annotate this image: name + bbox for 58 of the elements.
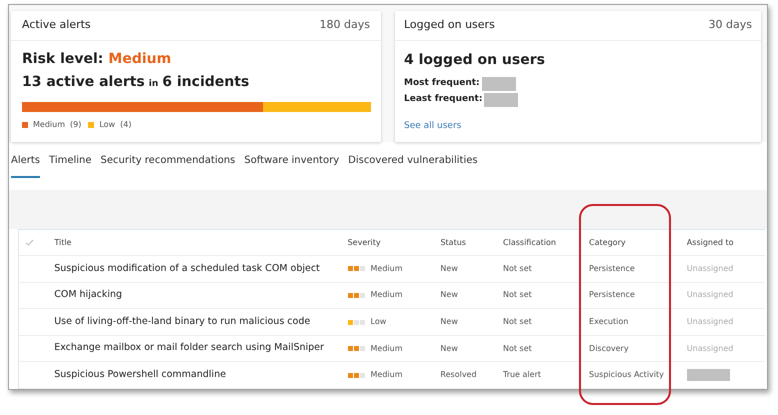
see-all-users-link[interactable]: See all users — [404, 120, 462, 134]
column-header[interactable]: Title — [54, 236, 348, 249]
period-label: 30 days — [708, 17, 752, 34]
tab[interactable]: Discovered vulnerabilities — [348, 153, 478, 178]
alerts-count: 13 active alerts — [22, 73, 145, 92]
column-header[interactable]: Severity — [348, 236, 440, 249]
alert-title[interactable]: COM hijacking — [54, 288, 348, 303]
severity-label: Medium — [370, 289, 403, 302]
field-label: Least frequent: — [404, 93, 482, 106]
field-label: Most frequent: — [404, 77, 480, 90]
card-title: Logged on users — [404, 17, 495, 34]
table-cell-text: New — [440, 342, 459, 355]
period-label: 180 days — [320, 17, 370, 34]
severity-label: Medium — [370, 342, 403, 355]
severity-label: Low — [370, 316, 386, 328]
checkmark-icon[interactable] — [25, 239, 34, 246]
risk-label: Risk level: — [22, 50, 104, 69]
tab[interactable]: Security recommendations — [100, 153, 236, 178]
table-cell-text: Not set — [502, 342, 533, 355]
severity-label: Medium — [370, 369, 403, 382]
table-cell-text: Persistence — [589, 262, 636, 275]
column-header[interactable]: Assigned to — [686, 236, 765, 249]
table-cell: Unassigned — [686, 289, 734, 302]
tab[interactable]: Alerts — [11, 153, 40, 178]
column-header[interactable]: Category — [589, 236, 687, 249]
alert-title[interactable]: Suspicious Powershell commandline — [54, 368, 348, 382]
alert-title[interactable]: Exchange mailbox or mail folder search using MailSniper — [54, 341, 348, 356]
table-cell-text: Suspicious Activity — [589, 369, 665, 382]
severity-label: Medium — [370, 262, 403, 275]
table-cell: Unassigned — [686, 262, 734, 275]
tab[interactable]: Software inventory — [244, 153, 340, 178]
users-heading: 4 logged on users — [404, 51, 545, 70]
table-cell: Unassigned — [686, 316, 734, 328]
table-cell-text: Not set — [502, 316, 533, 328]
legend-label: Medium — [33, 119, 65, 131]
table-cell-text: Not set — [502, 289, 533, 302]
alert-title[interactable]: Suspicious modification of a scheduled task COM object — [54, 262, 348, 276]
table-cell-text: New — [440, 289, 459, 302]
table-cell-text: Resolved — [440, 369, 478, 382]
column-header[interactable]: Classification — [503, 236, 590, 249]
incidents-count: 6 incidents — [162, 73, 250, 92]
legend-count: (4) — [120, 119, 132, 131]
legend-count: (9) — [70, 119, 82, 131]
alert-title[interactable]: Use of living-off-the-land binary to run malicious code — [54, 314, 348, 330]
table-cell-text: Persistence — [589, 289, 636, 302]
table-cell: Unassigned — [686, 342, 734, 355]
tab[interactable]: Timeline — [49, 153, 92, 178]
table-cell-text: Not set — [502, 262, 533, 275]
connector-text: in — [148, 78, 158, 91]
table-cell-text: True alert — [502, 369, 542, 382]
column-header[interactable]: Status — [440, 236, 504, 249]
table-cell-text: Execution — [589, 316, 630, 328]
risk-value: Medium — [108, 50, 172, 69]
table-cell-text: New — [440, 262, 459, 275]
table-cell-text: New — [440, 316, 459, 328]
legend-label: Low — [99, 119, 116, 131]
table-cell-text: Discovery — [589, 342, 630, 355]
card-title: Active alerts — [22, 17, 91, 34]
